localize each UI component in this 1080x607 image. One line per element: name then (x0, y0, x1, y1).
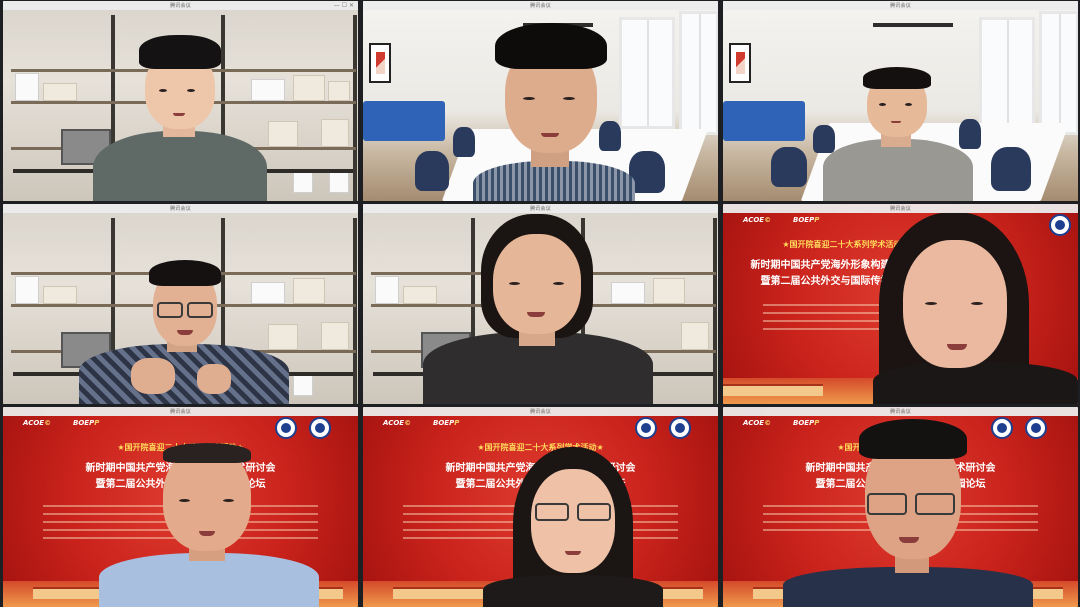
video-tile-2[interactable]: 腾讯会议 (363, 1, 718, 201)
university-emblem (669, 417, 691, 439)
video-tile-7[interactable]: 腾讯会议 ACOE© BOEPP ★国开院喜迎二十大系列学术活动★ 新时期中国共… (3, 407, 358, 607)
acoe-logo: ACOE© (743, 419, 772, 427)
participant-9 (783, 419, 1033, 607)
participant-4 (79, 252, 289, 404)
participant-5 (423, 208, 653, 404)
video-tile-5[interactable]: 腾讯会议 (363, 204, 718, 404)
tile-title-bar: 腾讯会议 (723, 407, 1078, 416)
window-title: 腾讯会议 (170, 409, 191, 415)
university-emblem (309, 417, 331, 439)
boep-logo: BOEPP (433, 419, 460, 427)
video-tile-4[interactable]: 腾讯会议 (3, 204, 358, 404)
tile-title-bar: 腾讯会议 (723, 204, 1078, 213)
tile-title-bar: 腾讯会议 (363, 407, 718, 416)
video-tile-9[interactable]: 腾讯会议 ACOE© BOEPP ★国开院喜迎二十大系列学术活动★ 新时期中国共… (723, 407, 1078, 607)
window-title: 腾讯会议 (170, 3, 191, 9)
participant-6 (873, 212, 1078, 404)
tile-title-bar: 腾讯会议 (3, 204, 358, 213)
tile-title-bar: 腾讯会议 (723, 1, 1078, 10)
tile-title-bar: 腾讯会议 (363, 204, 718, 213)
university-emblem (635, 417, 657, 439)
boep-logo: BOEPP (73, 419, 100, 427)
window-title: 腾讯会议 (530, 3, 551, 9)
acoe-logo: ACOE© (23, 419, 52, 427)
boep-logo: BOEPP (793, 216, 820, 224)
participant-1 (85, 23, 275, 201)
video-tile-8[interactable]: 腾讯会议 ACOE© BOEPP ★国开院喜迎二十大系列学术活动★ 新时期中国共… (363, 407, 718, 607)
window-title: 腾讯会议 (890, 206, 911, 212)
video-tile-1[interactable]: 腾讯会议 — ☐ ✕ (3, 1, 358, 201)
window-title: 腾讯会议 (530, 206, 551, 212)
acoe-logo: ACOE© (383, 419, 412, 427)
window-title: 腾讯会议 (890, 409, 911, 415)
window-title: 腾讯会议 (170, 206, 191, 212)
participant-7 (99, 443, 319, 607)
university-emblem (275, 417, 297, 439)
tile-title-bar: 腾讯会议 — ☐ ✕ (3, 1, 358, 10)
participant-2 (453, 11, 653, 201)
window-title: 腾讯会议 (890, 3, 911, 9)
video-tile-6[interactable]: 腾讯会议 ACOE© BOEPP ★国开院喜迎二十大系列学术活动★ 新时期中国共… (723, 204, 1078, 404)
window-controls[interactable]: — ☐ ✕ (334, 1, 354, 10)
acoe-logo: ACOE© (743, 216, 772, 224)
participant-8 (483, 447, 663, 607)
video-grid: 腾讯会议 — ☐ ✕ 腾讯会议 腾讯会议 腾讯会议 腾讯会议 腾讯会议 ACOE… (0, 0, 1080, 607)
tile-title-bar: 腾讯会议 (3, 407, 358, 416)
window-title: 腾讯会议 (530, 409, 551, 415)
video-tile-3[interactable]: 腾讯会议 (723, 1, 1078, 201)
tile-title-bar: 腾讯会议 (363, 1, 718, 10)
participant-3 (823, 65, 973, 201)
